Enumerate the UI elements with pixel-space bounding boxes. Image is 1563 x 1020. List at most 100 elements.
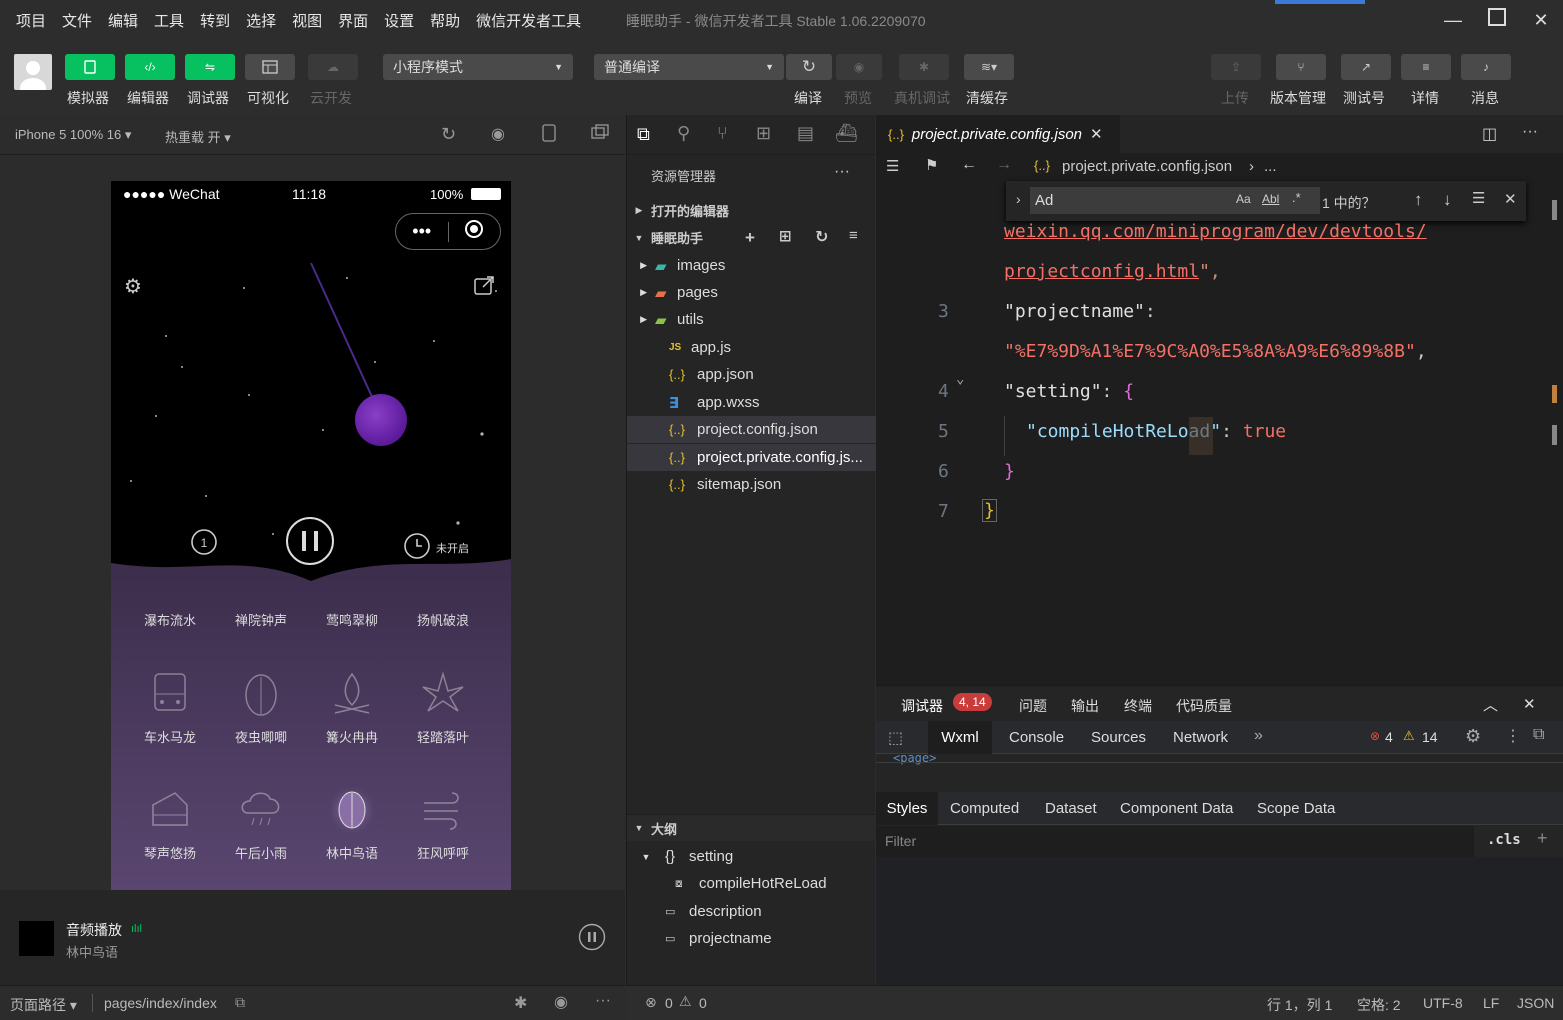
scope-data-tab[interactable]: Scope Data xyxy=(1257,800,1335,817)
share-icon[interactable] xyxy=(473,276,495,301)
detail-button[interactable]: ≡ xyxy=(1401,54,1451,80)
add-style-icon[interactable]: + xyxy=(1537,828,1548,849)
more-vertical-icon[interactable]: ⋮ xyxy=(1505,726,1521,746)
forward-icon[interactable]: → xyxy=(996,156,1012,174)
outline-item[interactable]: ▭ description xyxy=(627,898,876,925)
more-icon[interactable]: ··· xyxy=(595,992,611,1010)
cloud-button[interactable]: ☁ xyxy=(308,54,358,80)
settings-icon[interactable]: ⚙ xyxy=(124,274,142,299)
menu-item[interactable]: 设置 xyxy=(376,10,422,31)
more-icon[interactable]: ··· xyxy=(1522,123,1538,141)
editor-button[interactable]: ‹/› xyxy=(125,54,175,80)
scene-item[interactable]: 车水马龙 xyxy=(130,669,210,746)
test-button[interactable]: ↗ xyxy=(1341,54,1391,80)
maximize-icon[interactable] xyxy=(1482,6,1512,34)
wxml-tab[interactable]: Wxml xyxy=(928,721,992,754)
file-item[interactable]: JS app.js xyxy=(627,334,876,361)
status-errors[interactable]: 0 xyxy=(665,995,673,1011)
search-icon[interactable]: ⚲ xyxy=(677,123,690,144)
category-tab[interactable]: 莺鸣翠柳 xyxy=(312,610,392,629)
more-icon[interactable]: ··· xyxy=(834,163,850,181)
console-tab[interactable]: Console xyxy=(1009,729,1064,746)
close-icon[interactable]: ✕ xyxy=(1526,6,1556,34)
clear-cache-button[interactable]: ≋▾ xyxy=(964,54,1014,80)
eye-icon[interactable]: ◉ xyxy=(554,992,568,1012)
bug-icon[interactable]: ✱ xyxy=(514,993,527,1013)
problems-tab[interactable]: 问题 xyxy=(1019,696,1047,716)
status-warnings[interactable]: 0 xyxy=(699,995,707,1011)
breadcrumb-file[interactable]: project.private.config.json xyxy=(1062,158,1232,175)
cls-button[interactable]: .cls xyxy=(1487,832,1521,848)
arrow-down-icon[interactable]: ↓ xyxy=(1443,190,1452,210)
cursor-position[interactable]: 行 1，列 1 xyxy=(1267,995,1332,1015)
styles-tab[interactable]: Styles xyxy=(876,792,938,825)
output-tab[interactable]: 输出 xyxy=(1071,696,1099,716)
collapse-icon[interactable]: ≡ xyxy=(849,227,858,244)
pause-button[interactable] xyxy=(285,516,335,571)
device-select[interactable]: iPhone 5 100% 16 ▾ xyxy=(15,127,131,143)
file-item[interactable]: ∃ app.wxss xyxy=(627,389,876,416)
filter-input[interactable]: Filter xyxy=(876,826,1474,857)
extensions-icon[interactable]: ⊞ xyxy=(756,123,771,144)
hot-reload-select[interactable]: 热重载 开 ▾ xyxy=(165,127,231,146)
preview-button[interactable]: ◉ xyxy=(836,54,882,80)
outline-item[interactable]: ⧇ compileHotReLoad xyxy=(627,870,876,897)
scene-item[interactable]: 琴声悠扬 xyxy=(130,785,210,862)
file-item[interactable]: {..} sitemap.json xyxy=(627,471,876,498)
new-folder-icon[interactable]: ⊞ xyxy=(779,227,792,245)
chevron-up-icon[interactable]: ︿ xyxy=(1483,694,1498,715)
rotate-icon[interactable]: ↻ xyxy=(441,124,456,145)
menu-item[interactable]: 微信开发者工具 xyxy=(468,10,589,31)
outline-item[interactable]: ▼{} setting xyxy=(627,843,876,870)
more-dots-icon[interactable]: ••• xyxy=(396,221,448,242)
page-path-select[interactable]: 页面路径 ▾ xyxy=(10,995,77,1015)
component-data-tab[interactable]: Component Data xyxy=(1120,800,1233,817)
outline-section[interactable]: ▼ 大纲 xyxy=(627,814,876,841)
encoding[interactable]: UTF-8 xyxy=(1423,995,1463,1011)
minimize-icon[interactable]: — xyxy=(1438,6,1468,34)
simulator-button[interactable] xyxy=(65,54,115,80)
split-editor-icon[interactable]: ◫ xyxy=(1482,124,1497,144)
close-find-icon[interactable]: ✕ xyxy=(1504,190,1517,208)
network-tab[interactable]: Network xyxy=(1173,729,1228,746)
language-mode[interactable]: JSON xyxy=(1517,995,1554,1011)
scene-item[interactable]: 轻踏落叶 xyxy=(403,669,483,746)
menu-item[interactable]: 项目 xyxy=(8,10,54,31)
window-icon[interactable] xyxy=(591,124,609,143)
project-section[interactable]: ▼ 睡眠助手 + ⊞ ↻ ≡ xyxy=(627,224,876,251)
whole-word-icon[interactable]: Abl xyxy=(1262,192,1279,206)
file-item[interactable]: {..} project.config.json xyxy=(627,416,876,443)
message-button[interactable]: ♪ xyxy=(1461,54,1511,80)
files-icon[interactable]: ⧉ xyxy=(637,124,650,145)
indent-setting[interactable]: 空格: 2 xyxy=(1357,995,1401,1015)
close-tab-icon[interactable]: ✕ xyxy=(1090,125,1103,143)
dock-icon[interactable]: ⧉ xyxy=(1533,726,1544,744)
compile-select[interactable]: 普通编译 ▼ xyxy=(594,54,784,80)
scene-item[interactable]: 夜虫唧唧 xyxy=(221,669,301,746)
settings-icon[interactable]: ⚙ xyxy=(1465,726,1481,747)
back-icon[interactable]: ← xyxy=(961,156,977,174)
copy-icon[interactable]: ⧉ xyxy=(235,994,245,1011)
menu-item[interactable]: 界面 xyxy=(330,10,376,31)
refresh-icon[interactable]: ↻ xyxy=(815,227,828,247)
scene-item[interactable]: 篝火冉冉 xyxy=(312,669,392,746)
eol[interactable]: LF xyxy=(1483,995,1499,1011)
regex-icon[interactable]: .* xyxy=(1292,190,1301,205)
close-mini-icon[interactable] xyxy=(448,219,500,244)
match-case-icon[interactable]: Aa xyxy=(1236,192,1251,206)
open-editors-section[interactable]: ▶ 打开的编辑器 xyxy=(627,197,876,224)
find-selection-icon[interactable]: ☰ xyxy=(1472,189,1485,207)
source-control-icon[interactable]: ⑂ xyxy=(717,123,728,144)
inspect-icon[interactable]: ⬚ xyxy=(888,728,903,748)
file-item[interactable]: ▶ ▰ utils xyxy=(627,306,876,333)
dataset-tab[interactable]: Dataset xyxy=(1045,800,1097,817)
menu-item[interactable]: 视图 xyxy=(284,10,330,31)
sources-tab[interactable]: Sources xyxy=(1091,729,1146,746)
debugger-tab[interactable]: 调试器 xyxy=(901,696,943,723)
menu-item[interactable]: 文件 xyxy=(54,10,100,31)
timer-icon[interactable] xyxy=(403,532,431,565)
list-icon[interactable]: ☰ xyxy=(886,157,899,175)
version-button[interactable]: ⑂ xyxy=(1276,54,1326,80)
scrollbar[interactable] xyxy=(1552,200,1557,220)
file-item[interactable]: ▶ ▰ pages xyxy=(627,279,876,306)
